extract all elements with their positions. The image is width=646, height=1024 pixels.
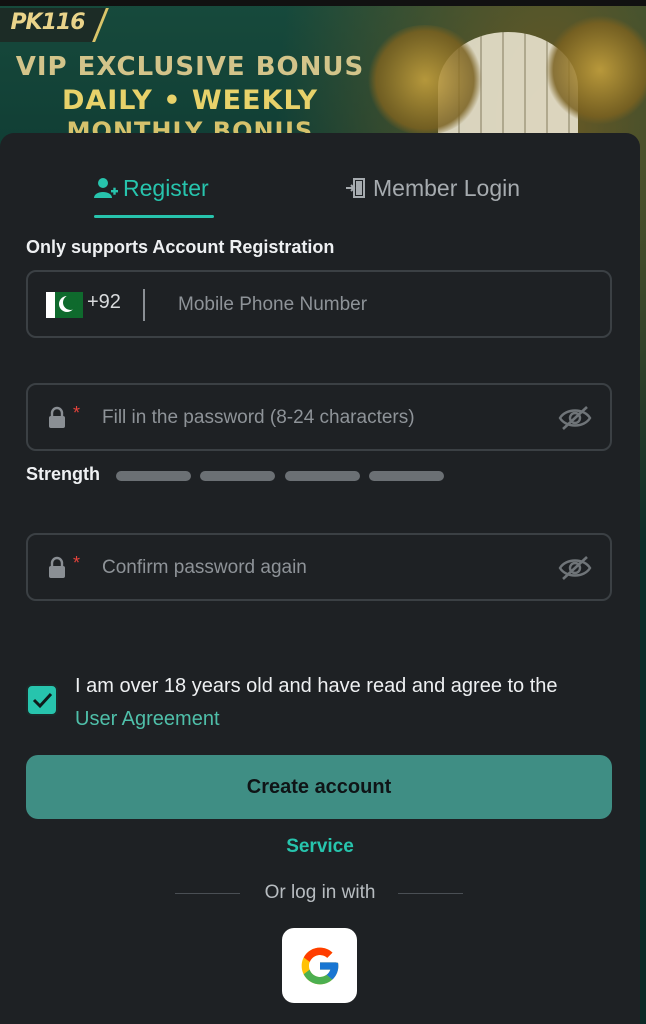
tab-login-label: Member Login (373, 174, 521, 201)
eye-off-icon[interactable] (558, 554, 592, 582)
checkmark-icon (32, 692, 53, 709)
tab-register-label: Register (123, 174, 209, 201)
alt-login-label: Or log in with (264, 882, 376, 903)
register-card: Register Member Login Only supports Acco… (0, 133, 640, 1024)
brand-logo: PK116 (10, 10, 85, 35)
confirm-password-field: * (26, 533, 612, 601)
pakistan-flag-icon[interactable] (46, 292, 83, 318)
tab-member-login[interactable]: Member Login (343, 173, 520, 203)
password-input[interactable] (102, 399, 542, 437)
google-login-button[interactable] (282, 928, 357, 1003)
agreement-statement: I am over 18 years old and have read and… (75, 675, 558, 697)
strength-segment-1 (116, 471, 191, 481)
promo-line-1: VIP EXCLUSIVE BONUS (15, 52, 365, 82)
create-account-button[interactable]: Create account (26, 755, 612, 819)
confirm-password-input[interactable] (102, 549, 542, 587)
tab-register[interactable]: Register (93, 173, 209, 203)
password-field: * (26, 383, 612, 451)
strength-segment-4 (369, 471, 444, 481)
divider-line-right (398, 893, 463, 894)
agreement-text: I am over 18 years old and have read and… (75, 670, 620, 736)
lock-icon (46, 406, 68, 430)
promo-line-2: DAILY • WEEKLY (61, 85, 319, 116)
phone-field: +92 (26, 270, 612, 338)
active-tab-indicator (94, 215, 214, 218)
user-plus-icon (93, 175, 119, 201)
strength-segment-3 (285, 471, 360, 481)
field-divider (143, 289, 145, 321)
required-mark: * (73, 553, 81, 573)
country-code[interactable]: +92 (87, 291, 121, 314)
service-link[interactable]: Service (0, 836, 640, 858)
dragon-image-left (365, 25, 485, 135)
required-mark: * (73, 403, 81, 423)
strength-label: Strength (26, 464, 100, 484)
door-enter-icon (343, 175, 369, 201)
top-strip (0, 0, 646, 6)
phone-input[interactable] (178, 286, 598, 324)
auth-tabs: Register Member Login (0, 133, 640, 223)
google-icon (301, 947, 338, 984)
eye-off-icon[interactable] (558, 404, 592, 432)
registration-info-text: Only supports Account Registration (26, 237, 335, 257)
lock-icon (46, 556, 68, 580)
dragon-image-right (545, 15, 646, 125)
user-agreement-link[interactable]: User Agreement (75, 708, 220, 730)
strength-segment-2 (200, 471, 275, 481)
agreement-checkbox[interactable] (26, 684, 58, 716)
